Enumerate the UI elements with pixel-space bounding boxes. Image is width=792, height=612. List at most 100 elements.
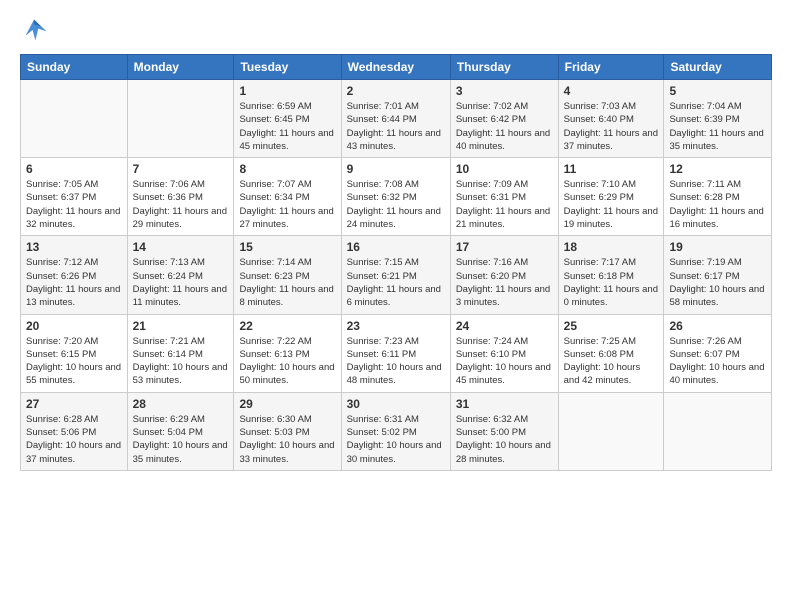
calendar-cell: 8 Sunrise: 7:07 AM Sunset: 6:34 PM Daylig… xyxy=(234,158,341,236)
day-info: Sunrise: 6:30 AM Sunset: 5:03 PM Dayligh… xyxy=(239,413,335,466)
day-number: 26 xyxy=(669,319,766,333)
day-info: Sunrise: 6:28 AM Sunset: 5:06 PM Dayligh… xyxy=(26,413,122,466)
col-header-wednesday: Wednesday xyxy=(341,55,450,80)
day-number: 7 xyxy=(133,162,229,176)
day-info: Sunrise: 7:08 AM Sunset: 6:32 PM Dayligh… xyxy=(347,178,445,231)
calendar-cell: 11 Sunrise: 7:10 AM Sunset: 6:29 PM Dayli… xyxy=(558,158,664,236)
day-number: 17 xyxy=(456,240,553,254)
day-info: Sunrise: 7:15 AM Sunset: 6:21 PM Dayligh… xyxy=(347,256,445,309)
day-number: 19 xyxy=(669,240,766,254)
calendar-cell: 23 Sunrise: 7:23 AM Sunset: 6:11 PM Dayli… xyxy=(341,314,450,392)
logo-icon xyxy=(20,16,48,44)
day-info: Sunrise: 7:22 AM Sunset: 6:13 PM Dayligh… xyxy=(239,335,335,388)
day-info: Sunrise: 7:09 AM Sunset: 6:31 PM Dayligh… xyxy=(456,178,553,231)
day-number: 11 xyxy=(564,162,659,176)
calendar-cell: 28Sunrise: 6:29 AM Sunset: 5:04 PM Dayli… xyxy=(127,392,234,470)
day-number: 15 xyxy=(239,240,335,254)
week-row-3: 20Sunrise: 7:20 AM Sunset: 6:15 PM Dayli… xyxy=(21,314,772,392)
day-number: 18 xyxy=(564,240,659,254)
day-info: Sunrise: 6:59 AM Sunset: 6:45 PM Dayligh… xyxy=(239,100,335,153)
day-number: 21 xyxy=(133,319,229,333)
calendar-cell: 7 Sunrise: 7:06 AM Sunset: 6:36 PM Daylig… xyxy=(127,158,234,236)
day-number: 10 xyxy=(456,162,553,176)
day-info: Sunrise: 7:01 AM Sunset: 6:44 PM Dayligh… xyxy=(347,100,445,153)
col-header-monday: Monday xyxy=(127,55,234,80)
day-info: Sunrise: 7:03 AM Sunset: 6:40 PM Dayligh… xyxy=(564,100,659,153)
day-info: Sunrise: 7:02 AM Sunset: 6:42 PM Dayligh… xyxy=(456,100,553,153)
week-row-2: 13 Sunrise: 7:12 AM Sunset: 6:26 PM Dayli… xyxy=(21,236,772,314)
day-info: Sunrise: 7:14 AM Sunset: 6:23 PM Dayligh… xyxy=(239,256,335,309)
calendar-cell xyxy=(664,392,772,470)
day-number: 12 xyxy=(669,162,766,176)
calendar-cell: 29Sunrise: 6:30 AM Sunset: 5:03 PM Dayli… xyxy=(234,392,341,470)
col-header-thursday: Thursday xyxy=(450,55,558,80)
calendar-cell: 20Sunrise: 7:20 AM Sunset: 6:15 PM Dayli… xyxy=(21,314,128,392)
calendar-cell: 18Sunrise: 7:17 AM Sunset: 6:18 PM Dayli… xyxy=(558,236,664,314)
day-info: Sunrise: 7:21 AM Sunset: 6:14 PM Dayligh… xyxy=(133,335,229,388)
calendar-cell: 14 Sunrise: 7:13 AM Sunset: 6:24 PM Dayli… xyxy=(127,236,234,314)
day-number: 2 xyxy=(347,84,445,98)
calendar-cell: 5 Sunrise: 7:04 AM Sunset: 6:39 PM Daylig… xyxy=(664,80,772,158)
day-number: 31 xyxy=(456,397,553,411)
day-info: Sunrise: 7:19 AM Sunset: 6:17 PM Dayligh… xyxy=(669,256,766,309)
calendar-cell: 19 Sunrise: 7:19 AM Sunset: 6:17 PM Dayli… xyxy=(664,236,772,314)
day-info: Sunrise: 7:04 AM Sunset: 6:39 PM Dayligh… xyxy=(669,100,766,153)
day-number: 9 xyxy=(347,162,445,176)
day-number: 30 xyxy=(347,397,445,411)
calendar-cell: 12Sunrise: 7:11 AM Sunset: 6:28 PM Dayli… xyxy=(664,158,772,236)
day-info: Sunrise: 7:13 AM Sunset: 6:24 PM Dayligh… xyxy=(133,256,229,309)
calendar-cell: 30 Sunrise: 6:31 AM Sunset: 5:02 PM Dayli… xyxy=(341,392,450,470)
col-header-saturday: Saturday xyxy=(664,55,772,80)
calendar-cell: 22 Sunrise: 7:22 AM Sunset: 6:13 PM Dayli… xyxy=(234,314,341,392)
day-info: Sunrise: 7:10 AM Sunset: 6:29 PM Dayligh… xyxy=(564,178,659,231)
day-number: 5 xyxy=(669,84,766,98)
day-info: Sunrise: 6:29 AM Sunset: 5:04 PM Dayligh… xyxy=(133,413,229,466)
calendar-cell: 4 Sunrise: 7:03 AM Sunset: 6:40 PM Daylig… xyxy=(558,80,664,158)
day-number: 13 xyxy=(26,240,122,254)
calendar-cell: 1 Sunrise: 6:59 AM Sunset: 6:45 PM Daylig… xyxy=(234,80,341,158)
calendar-cell: 17 Sunrise: 7:16 AM Sunset: 6:20 PM Dayli… xyxy=(450,236,558,314)
calendar-cell: 24 Sunrise: 7:24 AM Sunset: 6:10 PM Dayli… xyxy=(450,314,558,392)
calendar-cell xyxy=(127,80,234,158)
calendar-cell xyxy=(558,392,664,470)
day-number: 8 xyxy=(239,162,335,176)
day-number: 22 xyxy=(239,319,335,333)
calendar-cell: 3Sunrise: 7:02 AM Sunset: 6:42 PM Daylig… xyxy=(450,80,558,158)
day-info: Sunrise: 7:26 AM Sunset: 6:07 PM Dayligh… xyxy=(669,335,766,388)
day-number: 20 xyxy=(26,319,122,333)
day-number: 16 xyxy=(347,240,445,254)
col-header-friday: Friday xyxy=(558,55,664,80)
page: SundayMondayTuesdayWednesdayThursdayFrid… xyxy=(0,0,792,612)
day-info: Sunrise: 7:25 AM Sunset: 6:08 PM Dayligh… xyxy=(564,335,659,388)
week-row-1: 6 Sunrise: 7:05 AM Sunset: 6:37 PM Daylig… xyxy=(21,158,772,236)
day-number: 27 xyxy=(26,397,122,411)
day-info: Sunrise: 7:16 AM Sunset: 6:20 PM Dayligh… xyxy=(456,256,553,309)
day-number: 14 xyxy=(133,240,229,254)
day-number: 4 xyxy=(564,84,659,98)
calendar-cell: 6 Sunrise: 7:05 AM Sunset: 6:37 PM Daylig… xyxy=(21,158,128,236)
day-info: Sunrise: 7:23 AM Sunset: 6:11 PM Dayligh… xyxy=(347,335,445,388)
calendar-cell: 31Sunrise: 6:32 AM Sunset: 5:00 PM Dayli… xyxy=(450,392,558,470)
day-number: 23 xyxy=(347,319,445,333)
day-number: 6 xyxy=(26,162,122,176)
calendar-cell: 27 Sunrise: 6:28 AM Sunset: 5:06 PM Dayli… xyxy=(21,392,128,470)
header xyxy=(20,16,772,44)
calendar-cell: 21 Sunrise: 7:21 AM Sunset: 6:14 PM Dayli… xyxy=(127,314,234,392)
day-info: Sunrise: 7:07 AM Sunset: 6:34 PM Dayligh… xyxy=(239,178,335,231)
calendar-cell: 26 Sunrise: 7:26 AM Sunset: 6:07 PM Dayli… xyxy=(664,314,772,392)
calendar-table: SundayMondayTuesdayWednesdayThursdayFrid… xyxy=(20,54,772,471)
day-info: Sunrise: 6:31 AM Sunset: 5:02 PM Dayligh… xyxy=(347,413,445,466)
day-info: Sunrise: 7:24 AM Sunset: 6:10 PM Dayligh… xyxy=(456,335,553,388)
day-number: 24 xyxy=(456,319,553,333)
week-row-4: 27 Sunrise: 6:28 AM Sunset: 5:06 PM Dayli… xyxy=(21,392,772,470)
calendar-cell: 2 Sunrise: 7:01 AM Sunset: 6:44 PM Daylig… xyxy=(341,80,450,158)
day-info: Sunrise: 7:05 AM Sunset: 6:37 PM Dayligh… xyxy=(26,178,122,231)
day-info: Sunrise: 7:12 AM Sunset: 6:26 PM Dayligh… xyxy=(26,256,122,309)
day-info: Sunrise: 7:06 AM Sunset: 6:36 PM Dayligh… xyxy=(133,178,229,231)
day-number: 1 xyxy=(239,84,335,98)
calendar-cell xyxy=(21,80,128,158)
calendar-cell: 10 Sunrise: 7:09 AM Sunset: 6:31 PM Dayli… xyxy=(450,158,558,236)
calendar-cell: 25Sunrise: 7:25 AM Sunset: 6:08 PM Dayli… xyxy=(558,314,664,392)
col-header-tuesday: Tuesday xyxy=(234,55,341,80)
calendar-cell: 13 Sunrise: 7:12 AM Sunset: 6:26 PM Dayli… xyxy=(21,236,128,314)
